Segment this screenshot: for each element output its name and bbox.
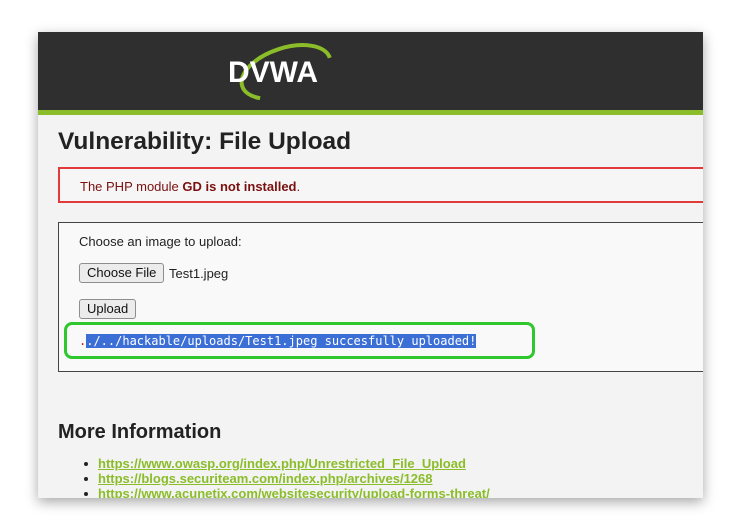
browser-viewport: DVWA Vulnerability: File Upload The PHP … <box>38 32 703 498</box>
warning-suffix: . <box>296 179 301 194</box>
link-owasp[interactable]: https://www.owasp.org/index.php/Unrestri… <box>98 456 466 471</box>
upload-button[interactable]: Upload <box>79 299 137 319</box>
bullet-icon <box>84 492 88 496</box>
list-item: https://www.owasp.org/index.php/Unrestri… <box>78 456 490 471</box>
list-item: https://www.acunetix.com/websitesecurity… <box>78 486 490 498</box>
main-content: Vulnerability: File Upload The PHP modul… <box>38 115 703 498</box>
warning-bold: GD is not installed <box>182 179 297 194</box>
link-securiteam[interactable]: https://blogs.securiteam.com/index.php/a… <box>98 471 433 486</box>
warning-text: The PHP module GD is not installed. <box>80 179 300 194</box>
upload-form: Choose an image to upload: Choose File T… <box>58 222 703 372</box>
selected-file-name: Test1.jpeg <box>169 266 229 281</box>
choose-file-button[interactable]: Choose File <box>79 263 165 283</box>
upload-result-message: ../../hackable/uploads/Test1.jpeg succes… <box>79 334 477 348</box>
upload-prompt-label: Choose an image to upload: <box>79 234 242 249</box>
warning-prefix: The PHP module <box>80 179 183 194</box>
more-information-heading: More Information <box>58 421 222 443</box>
dvwa-logo: DVWA <box>224 38 344 104</box>
more-information-links: https://www.owasp.org/index.php/Unrestri… <box>78 456 490 498</box>
page-title: Vulnerability: File Upload <box>58 128 352 155</box>
list-item: https://blogs.securiteam.com/index.php/a… <box>78 471 490 486</box>
site-header: DVWA <box>38 32 703 110</box>
bullet-icon <box>84 477 88 481</box>
bullet-icon <box>84 462 88 466</box>
logo-text: DVWA <box>228 56 318 89</box>
link-acunetix[interactable]: https://www.acunetix.com/websitesecurity… <box>98 486 490 498</box>
result-selected-text: ./../hackable/uploads/Test1.jpeg succesf… <box>86 334 477 348</box>
warning-message: The PHP module GD is not installed. <box>58 167 703 203</box>
